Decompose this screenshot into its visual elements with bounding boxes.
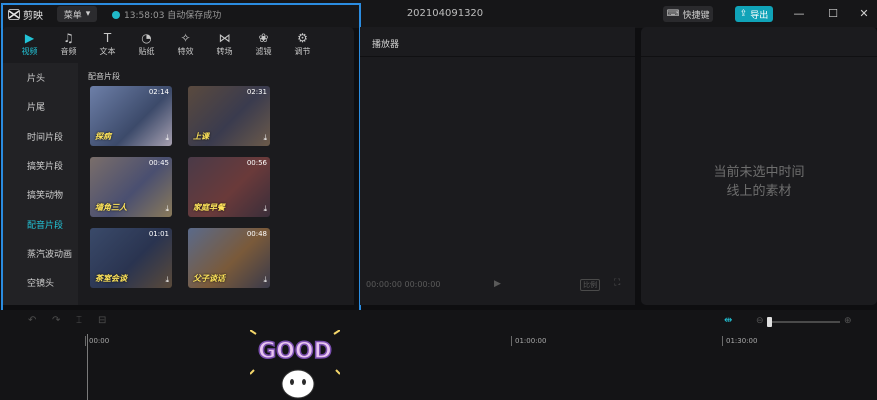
zoom-slider[interactable] xyxy=(768,321,840,323)
zoom-in-icon[interactable]: ⊕ xyxy=(844,316,852,326)
menu-button[interactable]: 菜单 ▾ xyxy=(57,6,97,22)
tab-effects[interactable]: ✧ 特效 xyxy=(166,29,205,59)
sticker-icon: ◔ xyxy=(141,31,152,45)
inspector-panel: 当前未选中时间 线上的素材 xyxy=(641,27,877,305)
transition-icon: ⋈ xyxy=(218,31,231,45)
close-button[interactable]: ✕ xyxy=(856,6,872,22)
keyboard-icon: ⌨ xyxy=(666,9,680,19)
clip-thumbnail[interactable]: 00:45 墙角三人 ⤓ xyxy=(90,157,172,217)
category-item[interactable]: 蒸汽波动画 xyxy=(2,239,78,268)
capcut-logo-icon xyxy=(8,9,20,20)
time-ruler: 00:00 01:00:00 01:30:00 xyxy=(0,334,877,348)
tab-text[interactable]: T 文本 xyxy=(88,29,127,59)
tab-filter[interactable]: ❀ 滤镜 xyxy=(244,29,283,59)
ratio-button[interactable]: 比例 xyxy=(580,279,600,291)
download-icon[interactable]: ⤓ xyxy=(263,275,267,285)
category-item[interactable]: 搞笑片段 xyxy=(2,151,78,180)
ruler-tick: 00:00 xyxy=(85,336,109,346)
category-item-active[interactable]: 配音片段 xyxy=(2,209,78,238)
undo-icon[interactable]: ↶ xyxy=(28,315,36,326)
text-icon: T xyxy=(103,31,112,45)
player-header: 播放器 xyxy=(360,27,635,57)
shortcut-button[interactable]: ⌨ 快捷键 xyxy=(663,6,713,22)
download-icon[interactable]: ⤓ xyxy=(263,204,267,214)
category-item[interactable]: 片尾 xyxy=(2,92,78,121)
category-list: 片头 片尾 时间片段 搞笑片段 搞笑动物 配音片段 蒸汽波动画 空镜头 xyxy=(2,63,78,305)
snap-icon[interactable]: ⇹ xyxy=(724,315,732,326)
redo-icon[interactable]: ↷ xyxy=(52,315,60,326)
clip-grid: 配音片段 02:14 探病 ⤓ 02:31 上课 ⤓ 00:45 墙角三人 ⤓ … xyxy=(78,63,354,305)
ruler-tick: 01:00:00 xyxy=(511,336,546,346)
split-icon[interactable]: ⌶ xyxy=(76,315,82,326)
save-status: 13:58:03 自动保存成功 xyxy=(112,8,221,21)
minimize-button[interactable]: — xyxy=(791,6,807,22)
effects-icon: ✧ xyxy=(180,31,191,45)
export-icon: ⇪ xyxy=(739,9,748,19)
tab-sticker[interactable]: ◔ 贴纸 xyxy=(127,29,166,59)
timeline-toolbar: ↶ ↷ ⌶ ⊟ ⇹ ⊖ ⊕ xyxy=(0,310,877,334)
audio-icon: ♫ xyxy=(63,31,74,45)
clip-thumbnail[interactable]: 00:48 父子谈话 ⤓ xyxy=(188,228,270,288)
empty-selection-message: 当前未选中时间 线上的素材 xyxy=(713,165,805,199)
player-panel: 播放器 00:00:00 00:00:00 ▶ 比例 ⛶ xyxy=(360,27,635,305)
sticker-text: GOOD xyxy=(258,339,332,364)
player-timecode: 00:00:00 00:00:00 xyxy=(366,280,441,289)
app-name: 剪映 xyxy=(23,11,43,22)
good-sticker-icon: GOOD xyxy=(249,329,341,399)
check-icon xyxy=(112,10,120,19)
player-title: 播放器 xyxy=(372,40,400,50)
clip-thumbnail[interactable]: 01:01 茶室会谈 ⤓ xyxy=(90,228,172,288)
ruler-tick: 01:30:00 xyxy=(722,336,757,346)
download-icon[interactable]: ⤓ xyxy=(165,275,169,285)
good-sticker[interactable]: GOOD xyxy=(249,329,341,400)
tab-audio[interactable]: ♫ 音频 xyxy=(49,29,88,59)
fullscreen-icon[interactable]: ⛶ xyxy=(614,278,620,288)
category-item[interactable]: 空镜头 xyxy=(2,268,78,297)
export-button[interactable]: ⇪ 导出 xyxy=(735,6,773,22)
category-item[interactable]: 时间片段 xyxy=(2,122,78,151)
section-title: 配音片段 xyxy=(88,72,120,81)
tab-adjust[interactable]: ⚙ 调节 xyxy=(283,29,322,59)
clip-thumbnail[interactable]: 00:56 家庭早餐 ⤓ xyxy=(188,157,270,217)
media-panel: ▶ 视频 ♫ 音频 T 文本 ◔ 贴纸 ✧ 特效 ⋈ 转场 ❀ 滤镜 ⚙ 调节 片头 片尾 时间… xyxy=(2,27,354,305)
tab-transition[interactable]: ⋈ 转场 xyxy=(205,29,244,59)
maximize-button[interactable]: ☐ xyxy=(825,6,841,22)
category-item[interactable]: 片头 xyxy=(2,63,78,92)
project-title: 202104091320 xyxy=(406,8,484,19)
title-bar: 剪映 菜单 ▾ 13:58:03 自动保存成功 202104091320 ⌨ 快… xyxy=(0,0,877,28)
media-tabs: ▶ 视频 ♫ 音频 T 文本 ◔ 贴纸 ✧ 特效 ⋈ 转场 ❀ 滤镜 ⚙ 调节 xyxy=(10,29,354,59)
timeline-panel: ↶ ↷ ⌶ ⊟ ⇹ ⊖ ⊕ 00:00 01:00:00 01:30:00 xyxy=(0,310,877,400)
clip-thumbnail[interactable]: 02:31 上课 ⤓ xyxy=(188,86,270,146)
video-icon: ▶ xyxy=(24,31,35,45)
chevron-down-icon: ▾ xyxy=(85,9,91,19)
delete-icon[interactable]: ⊟ xyxy=(98,315,106,326)
play-icon[interactable]: ▶ xyxy=(494,279,501,289)
tab-video[interactable]: ▶ 视频 xyxy=(10,29,49,59)
app-logo: 剪映 xyxy=(8,7,43,22)
download-icon[interactable]: ⤓ xyxy=(165,133,169,143)
zoom-out-icon[interactable]: ⊖ xyxy=(756,316,764,326)
adjust-icon: ⚙ xyxy=(297,31,308,45)
category-item[interactable]: 搞笑动物 xyxy=(2,180,78,209)
playhead[interactable] xyxy=(87,334,88,400)
download-icon[interactable]: ⤓ xyxy=(165,204,169,214)
zoom-slider-handle[interactable] xyxy=(767,317,772,327)
download-icon[interactable]: ⤓ xyxy=(263,133,267,143)
inspector-header xyxy=(641,27,877,57)
clip-thumbnail[interactable]: 02:14 探病 ⤓ xyxy=(90,86,172,146)
filter-icon: ❀ xyxy=(258,31,269,45)
